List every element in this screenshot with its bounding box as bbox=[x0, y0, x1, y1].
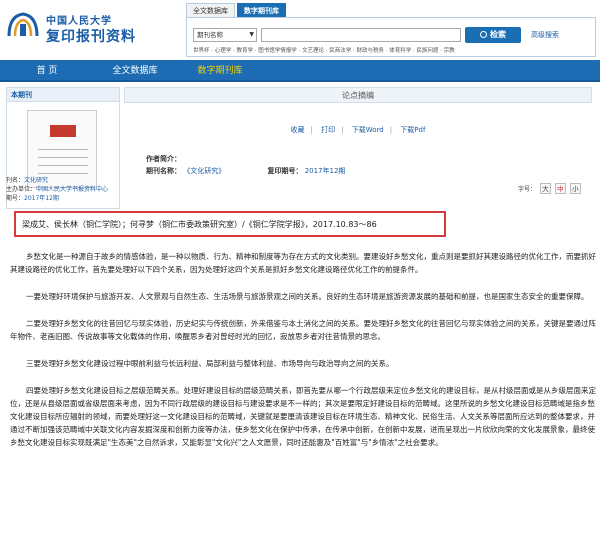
logo-mark-icon bbox=[7, 12, 39, 37]
search-input[interactable] bbox=[261, 28, 461, 42]
nav-full-text-db[interactable]: 全文数据库 bbox=[100, 60, 170, 82]
toolbar-divider: | bbox=[310, 126, 313, 134]
search-field-select[interactable]: 期刊名称 ▼ bbox=[193, 28, 257, 42]
cover-line bbox=[38, 173, 88, 174]
toolbar-divider: | bbox=[341, 126, 344, 134]
print-link[interactable]: 打印 bbox=[321, 126, 335, 134]
search-button-label: 检索 bbox=[490, 30, 506, 39]
hot-categories[interactable]: 世界杯 · 心理学 · 教育学 · 图书馆学情报学 · 文艺理论 · 民商法学 … bbox=[193, 46, 455, 54]
logo-product-text: 复印报刊资料 bbox=[46, 29, 136, 45]
paragraph: 二要处理好乡愁文化的往昔回忆与现实体验，历史纪实与传统创新，外来借鉴与本土消化之… bbox=[10, 319, 596, 341]
font-small-button[interactable]: 小 bbox=[569, 183, 581, 194]
chevron-down-icon: ▼ bbox=[249, 31, 254, 38]
collect-link[interactable]: 收藏 bbox=[291, 126, 305, 134]
article-body: 乡愁文化是一种源自于故乡的情感体验，是一种以物质、行为、精神和制度等为存在方式的… bbox=[10, 250, 596, 463]
search-field-select-value: 期刊名称 bbox=[197, 31, 223, 39]
cover-line bbox=[38, 149, 88, 150]
download-pdf-link[interactable]: 下载Pdf bbox=[400, 126, 425, 134]
issue-journal-link[interactable]: 《文化研究》 bbox=[183, 167, 225, 175]
font-medium-button[interactable]: 中 bbox=[554, 183, 566, 194]
citation-box: 梁成艾、侯长林（铜仁学院）；何寻梦（铜仁市委政策研究室）/《铜仁学院学报》，20… bbox=[14, 211, 446, 237]
paragraph: 三要处理好乡愁文化建设过程中眼前利益与长远利益、局部利益与整体利益、市场导向与政… bbox=[26, 359, 394, 368]
cover-line bbox=[38, 157, 88, 158]
meta-issue: 期号：2017年12期 bbox=[6, 195, 59, 202]
author-label: 作者简介： bbox=[146, 155, 181, 163]
pub-label: 复印期号： bbox=[267, 167, 303, 175]
toolbar-divider: | bbox=[389, 126, 393, 134]
citation-text: 梁成艾、侯长林（铜仁学院）；何寻梦（铜仁市委政策研究室）/《铜仁学院学报》，20… bbox=[22, 220, 377, 229]
font-large-button[interactable]: 大 bbox=[539, 183, 551, 194]
search-button[interactable]: 检索 bbox=[465, 27, 521, 43]
advanced-search-link[interactable]: 高级搜索 bbox=[531, 30, 559, 40]
pub-issue-link[interactable]: 2017年12期 bbox=[305, 167, 346, 175]
cover-line bbox=[38, 165, 88, 166]
meta-journal-name: 刊名：文化研究 bbox=[6, 177, 49, 184]
download-word-link[interactable]: 下载Word bbox=[352, 126, 384, 134]
sidebar-title: 本期刊 bbox=[7, 88, 119, 102]
search-icon bbox=[480, 31, 487, 38]
search-box: 期刊名称 ▼ 检索 高级搜索 世界杯 · 心理学 · 教育学 · 图书馆学情报学… bbox=[186, 17, 596, 57]
meta-sponsor: 主办单位：中国人民大学书报资料中心 bbox=[6, 186, 109, 193]
site-header: 中国人民大学 复印报刊资料 全文数据库 数字期刊库 期刊名称 ▼ 检索 高级搜索… bbox=[0, 0, 600, 58]
paragraph: 四要处理好乡愁文化建设目标之层级范畴关系。处理好建设目标的层级范畴关系，即首先要… bbox=[10, 386, 596, 447]
tab-digital-journal[interactable]: 数字期刊库 bbox=[237, 3, 286, 17]
search-area: 全文数据库 数字期刊库 期刊名称 ▼ 检索 高级搜索 世界杯 · 心理学 · 教… bbox=[186, 3, 596, 57]
nav-digital-journal[interactable]: 数字期刊库 bbox=[180, 60, 260, 82]
journal-meta: 刊名：文化研究 主办单位：中国人民大学书报资料中心 期号：2017年12期 bbox=[6, 176, 108, 203]
font-size-control: 字号： 大 中 小 bbox=[518, 183, 581, 194]
search-tabs: 全文数据库 数字期刊库 bbox=[186, 3, 288, 17]
article-panel: 论点摘编 收藏 | 打印 | 下载Word | 下载Pdf 作者简介： 期刊名称： 《… bbox=[124, 87, 592, 197]
tab-full-text[interactable]: 全文数据库 bbox=[186, 3, 235, 17]
issue-label: 期刊名称： bbox=[146, 167, 181, 175]
site-logo[interactable]: 中国人民大学 复印报刊资料 bbox=[6, 8, 176, 48]
logo-org-text: 中国人民大学 bbox=[46, 16, 112, 27]
section-title: 论点摘编 bbox=[124, 87, 592, 103]
cover-title-block bbox=[50, 125, 76, 137]
article-info: 作者简介： 期刊名称： 《文化研究》 复印期号： 2017年12期 bbox=[146, 153, 345, 177]
article-toolbar: 收藏 | 打印 | 下载Word | 下载Pdf bbox=[124, 125, 592, 135]
paragraph: 乡愁文化是一种源自于故乡的情感体验，是一种以物质、行为、精神和制度等为存在方式的… bbox=[10, 252, 596, 274]
paragraph: 一要处理好环境保护与旅游开发、人文景观与自然生态、生活场景与旅游景观之间的关系。… bbox=[26, 292, 589, 301]
font-size-label: 字号： bbox=[518, 186, 537, 193]
main-nav: 首 页 全文数据库 数字期刊库 bbox=[0, 60, 600, 82]
nav-home[interactable]: 首 页 bbox=[22, 60, 72, 82]
